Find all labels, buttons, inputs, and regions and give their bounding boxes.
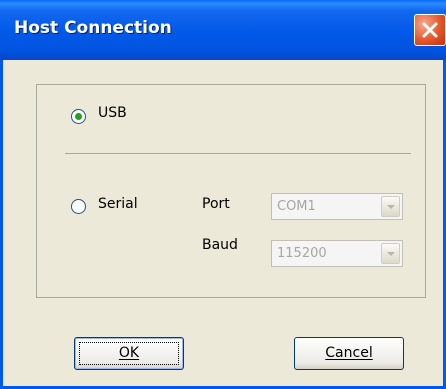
serial-radio[interactable] <box>71 199 86 214</box>
cancel-button[interactable]: Cancel <box>294 337 404 370</box>
baud-value: 115200 <box>277 246 327 261</box>
chevron-down-icon <box>387 205 395 209</box>
close-button[interactable] <box>414 14 446 46</box>
usb-radio[interactable] <box>71 109 86 124</box>
title-bar[interactable]: Host Connection <box>0 0 446 60</box>
cancel-button-label: Cancel <box>325 345 373 361</box>
baud-label: Baud <box>202 237 238 253</box>
chevron-down-icon <box>387 252 395 256</box>
host-connection-dialog: Host Connection USB Serial Port COM1 Bau… <box>0 0 446 389</box>
port-dropdown-button[interactable] <box>381 196 400 217</box>
port-value: COM1 <box>277 199 316 214</box>
port-select[interactable]: COM1 <box>271 193 403 220</box>
serial-label[interactable]: Serial <box>98 196 138 212</box>
close-icon <box>422 22 438 38</box>
baud-select[interactable]: 115200 <box>271 240 403 267</box>
baud-dropdown-button[interactable] <box>381 243 400 264</box>
window-title: Host Connection <box>14 18 172 38</box>
port-label: Port <box>202 196 230 212</box>
usb-label[interactable]: USB <box>98 105 127 121</box>
radio-selected-dot <box>75 113 82 120</box>
ok-button-label: OK <box>118 345 140 361</box>
separator-line <box>65 153 411 154</box>
ok-button[interactable]: OK <box>74 337 184 370</box>
